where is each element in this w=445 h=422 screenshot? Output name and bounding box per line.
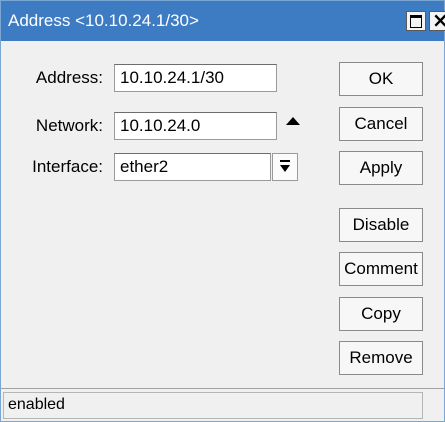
disable-button[interactable]: Disable xyxy=(339,208,423,242)
close-icon[interactable] xyxy=(429,8,445,32)
cancel-button[interactable]: Cancel xyxy=(339,107,423,141)
apply-button[interactable]: Apply xyxy=(339,151,423,185)
copy-button[interactable]: Copy xyxy=(339,297,423,331)
ok-button[interactable]: OK xyxy=(339,62,423,96)
remove-button[interactable]: Remove xyxy=(339,341,423,375)
comment-button[interactable]: Comment xyxy=(339,252,423,286)
status-text: enabled xyxy=(3,392,423,419)
dropdown-arrow-icon[interactable] xyxy=(272,153,298,181)
maximize-icon[interactable] xyxy=(406,11,426,31)
interface-label: Interface: xyxy=(32,157,103,176)
network-field[interactable]: 10.10.24.0 xyxy=(114,112,277,140)
address-dialog: Address <10.10.24.1/30> Address: 10.10.2… xyxy=(0,0,445,422)
triangle-up-icon[interactable] xyxy=(286,117,300,125)
network-label: Network: xyxy=(35,116,103,135)
window-title: Address <10.10.24.1/30> xyxy=(8,11,199,30)
address-label: Address: xyxy=(35,68,103,87)
interface-select[interactable]: ether2 xyxy=(114,153,271,181)
title-bar[interactable]: Address <10.10.24.1/30> xyxy=(1,1,445,41)
address-field[interactable]: 10.10.24.1/30 xyxy=(114,64,277,92)
status-bar: enabled xyxy=(1,388,444,421)
